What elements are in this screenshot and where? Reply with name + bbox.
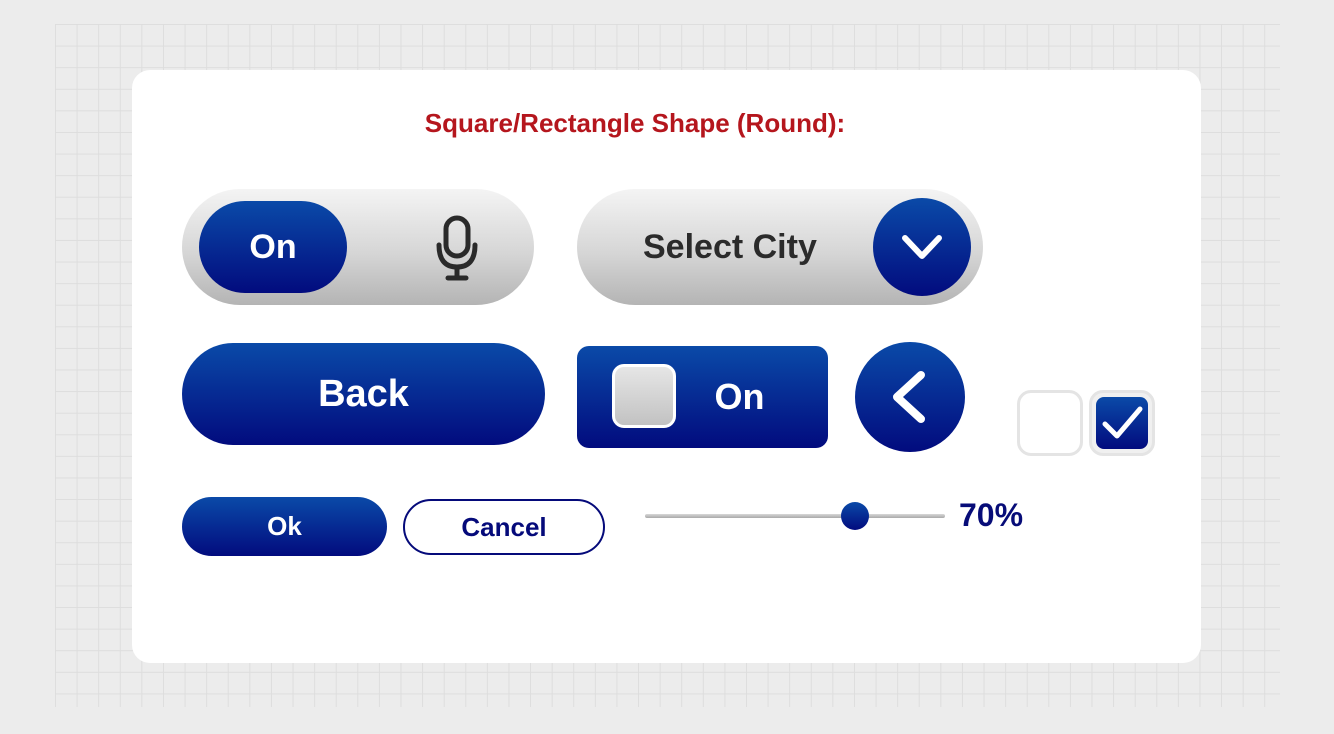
back-button-label: Back [318,372,409,415]
cancel-button-label: Cancel [461,511,547,542]
ok-button-label: Ok [267,511,302,541]
square-toggle-switch[interactable]: On [577,346,828,448]
toggle-on-knob[interactable]: On [199,201,347,293]
cancel-button[interactable]: Cancel [403,499,605,555]
microphone-icon[interactable] [434,215,482,283]
toggle-on-label: On [249,227,297,266]
page-title: Square/Rectangle Shape (Round): [424,108,846,138]
checkbox-checked[interactable] [1089,390,1155,456]
mic-toggle-switch[interactable]: On [182,189,534,305]
square-toggle-label: On [714,376,765,417]
select-city-label: Select City [643,228,817,266]
chevron-left-icon [893,371,925,423]
checkmark-icon [1102,406,1143,439]
slider-track[interactable] [645,514,945,518]
back-button[interactable]: Back [182,343,545,445]
slider-thumb[interactable] [841,502,869,530]
checkbox-checked-fill [1096,397,1148,449]
ok-button[interactable]: Ok [182,497,387,556]
slider-value-label: 70% [959,497,1024,533]
checkbox-unchecked[interactable] [1017,390,1083,456]
square-toggle-knob[interactable] [612,364,676,428]
dropdown-toggle-button[interactable] [873,198,971,296]
select-city-dropdown[interactable]: Select City [577,189,983,305]
chevron-down-icon [902,235,942,259]
circle-back-button[interactable] [855,342,965,452]
